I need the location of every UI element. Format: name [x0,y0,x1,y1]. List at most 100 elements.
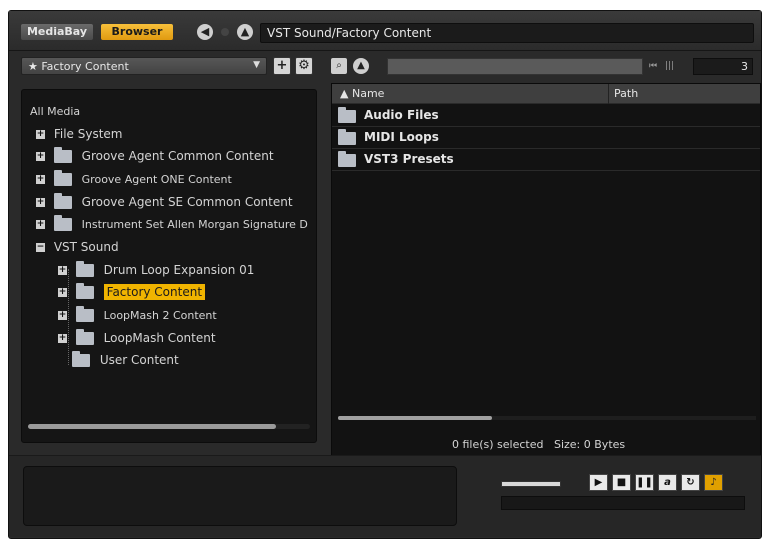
column-separator[interactable] [608,84,609,104]
tree-item-factory-content[interactable]: + Factory Content [58,283,206,301]
add-favorite-button[interactable]: + [273,57,291,75]
expand-icon[interactable]: + [36,175,45,184]
back-icon[interactable]: ◀ [197,24,213,40]
preview-player: ▶ ■ ❚❚ a ↻ ♪ [497,474,747,514]
result-count: 3 [693,58,753,75]
favorites-header: ★ Factory Content ▼ + ⚙ [21,57,317,77]
expand-icon[interactable]: + [36,130,45,139]
list-item[interactable]: VST3 Presets [332,149,760,171]
tree-item-loopmash[interactable]: + LoopMash Content [58,329,216,347]
list-horizontal-scrollbar[interactable] [338,416,756,420]
path-field[interactable]: VST Sound/Factory Content [260,23,754,43]
play-icon[interactable]: ▶ [589,474,608,491]
column-name-label: Name [351,87,385,100]
tree-label: File System [53,127,123,141]
tab-mediabay[interactable]: MediaBay [21,24,93,40]
tree-label: Groove Agent Common Content [81,149,274,163]
path-text: VST Sound/Factory Content [267,26,432,40]
tree-item-groove-agent-se[interactable]: + Groove Agent SE Common Content [36,193,293,211]
result-count-value: 3 [741,60,748,73]
tree-label: LoopMash Content [103,331,216,345]
tab-browser[interactable]: Browser [101,24,173,40]
tree-item-groove-agent-common[interactable]: + Groove Agent Common Content [36,147,274,165]
folder-icon [53,170,72,186]
collapse-icon[interactable]: − [36,243,45,252]
folder-icon [338,129,356,145]
folder-icon [72,351,90,367]
folder-icon [53,193,72,209]
folder-icon [75,329,94,345]
scrollbar-thumb[interactable] [338,416,492,420]
volume-fill [502,482,560,486]
folder-icon [53,215,72,231]
tree-item-loopmash-2[interactable]: + LoopMash 2 Content [58,306,217,324]
list-header: ▲ Name Path [332,84,760,104]
tree-label: Groove Agent ONE Content [81,173,232,186]
pause-icon[interactable]: ❚❚ [635,474,654,491]
expand-icon[interactable]: + [36,152,45,161]
folder-icon [338,151,356,167]
tree-label: VST Sound [53,240,119,254]
tree-item-instrument-set[interactable]: + Instrument Set Allen Morgan Signature … [36,215,308,233]
folder-icon [75,261,94,277]
expand-icon[interactable]: + [58,288,67,297]
folder-icon [75,306,94,322]
volume-slider[interactable] [501,481,561,487]
tree-item-user-content[interactable]: User Content [72,351,179,369]
chevron-down-icon: ▼ [253,60,260,70]
expand-icon[interactable]: + [58,266,67,275]
auto-play-icon[interactable]: a [658,474,677,491]
preview-strip: ▶ ■ ❚❚ a ↻ ♪ [9,455,761,537]
align-beats-icon[interactable]: ♪ [704,474,723,491]
settings-icon[interactable]: ⚙ [295,57,313,75]
tree-item-all-media[interactable]: All Media [30,102,80,120]
column-header-path[interactable]: Path [614,87,638,100]
folder-icon [53,147,72,163]
stop-icon[interactable]: ■ [612,474,631,491]
expand-icon[interactable]: + [36,220,45,229]
favorites-label: ★ Factory Content [28,60,129,73]
tree-item-drum-loop-expansion[interactable]: + Drum Loop Expansion 01 [58,261,254,279]
tree-item-vst-sound[interactable]: − VST Sound [36,238,119,256]
tree-label-selected: Factory Content [103,284,206,300]
selection-status: 0 file(s) selected Size: 0 Bytes [452,438,626,451]
expand-icon[interactable]: + [36,198,45,207]
tree-horizontal-scrollbar[interactable] [28,424,310,429]
mediabay-window: MediaBay Browser ◀ ▲ VST Sound/Factory C… [8,10,762,539]
list-item-name: MIDI Loops [364,130,439,144]
folder-icon [338,107,356,123]
loop-icon[interactable]: ↻ [681,474,700,491]
list-item-name: Audio Files [364,108,439,122]
tree-label: Drum Loop Expansion 01 [103,263,255,277]
expand-icon[interactable]: + [58,334,67,343]
list-item[interactable]: MIDI Loops [332,127,760,149]
up-icon[interactable]: ▲ [237,24,253,40]
tree-label: Groove Agent SE Common Content [81,195,293,209]
search-icon[interactable]: ⌕ [331,58,347,74]
tree-label: User Content [99,353,179,367]
column-header-name[interactable]: ▲ Name [340,87,384,100]
expand-icon[interactable]: + [58,311,67,320]
tree-label: LoopMash 2 Content [103,309,217,322]
favorites-select[interactable]: ★ Factory Content ▼ [21,57,267,75]
tree-label: All Media [30,105,81,118]
top-bar: MediaBay Browser ◀ ▲ VST Sound/Factory C… [9,11,761,51]
rewind-icon[interactable]: ⏮ [649,60,657,73]
folder-icon [75,283,94,299]
list-item-name: VST3 Presets [364,152,454,166]
status-bar: 0 file(s) selected Size: 0 Bytes [332,434,760,454]
nav-separator [221,28,229,36]
up-icon[interactable]: ▲ [353,58,369,74]
preview-position-bar[interactable] [501,496,745,510]
filter-field[interactable] [387,58,643,75]
tree-item-file-system[interactable]: + File System [36,125,122,143]
results-list: ▲ Name Path Audio Files MIDI Loops VST3 … [331,83,761,457]
list-item[interactable]: Audio Files [332,105,760,127]
scrollbar-thumb[interactable] [28,424,276,429]
preview-panel [23,466,457,526]
tree-panel: All Media + File System + Groove Agent C… [21,89,317,443]
view-controls: ⏮ ||| [645,58,689,75]
tree-item-groove-agent-one[interactable]: + Groove Agent ONE Content [36,170,232,188]
results-toolbar: ⌕ ▲ ⏮ ||| 3 [331,57,757,79]
columns-icon[interactable]: ||| [665,60,674,73]
